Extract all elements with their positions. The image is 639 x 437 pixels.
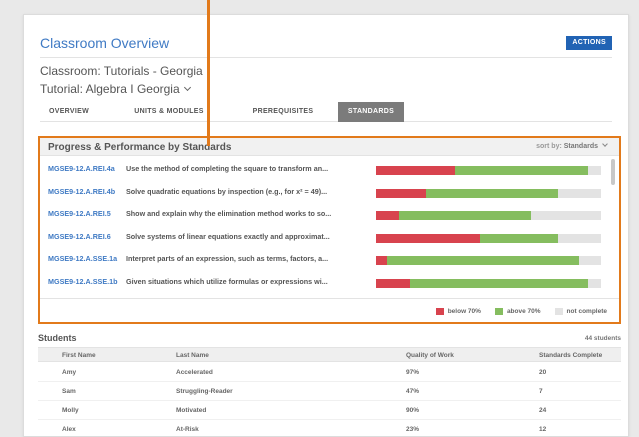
- column-header-first-name[interactable]: First Name: [62, 352, 96, 359]
- legend-item-not-complete: not complete: [554, 307, 607, 315]
- standard-code[interactable]: MGSE9-12.A.REI.4a: [48, 164, 115, 173]
- student-row[interactable]: Amy Accelerated 97% 20: [38, 363, 621, 382]
- progress-below-70: [376, 256, 388, 265]
- student-last: Accelerated: [176, 369, 213, 376]
- column-header-quality[interactable]: Quality of Work: [406, 352, 454, 359]
- student-first: Sam: [62, 388, 76, 395]
- standard-row[interactable]: MGSE9-12.A.REI.6 Solve systems of linear …: [48, 227, 608, 249]
- progress-below-70: [376, 188, 426, 198]
- student-last: At-Risk: [176, 426, 199, 433]
- legend-swatch-above: [494, 307, 503, 315]
- student-quality: 47%: [406, 388, 420, 395]
- standard-description: Solve quadratic equations by inspection …: [126, 186, 328, 196]
- student-quality: 90%: [406, 407, 420, 414]
- sort-label: sort by:: [536, 143, 562, 150]
- progress-below-70: [376, 166, 455, 175]
- callout-line: [207, 0, 210, 146]
- standard-code[interactable]: MGSE9-12.A.REI.5: [48, 209, 111, 218]
- student-complete: 24: [539, 407, 547, 414]
- legend-item-below: below 70%: [435, 307, 481, 315]
- student-quality: 97%: [406, 369, 420, 376]
- standards-panel: Progress & Performance by Standards sort…: [38, 136, 621, 324]
- sort-value: Standards: [563, 143, 598, 150]
- scrollbar[interactable]: [611, 159, 615, 296]
- student-complete: 12: [539, 426, 547, 433]
- column-header-standards-complete[interactable]: Standards Complete: [539, 352, 602, 359]
- legend-label-above: above 70%: [506, 307, 541, 315]
- page-title: Classroom Overview: [40, 35, 170, 51]
- tab-standards[interactable]: STANDARDS: [338, 102, 404, 122]
- student-complete: 7: [539, 388, 543, 395]
- actions-button[interactable]: ACTIONS: [566, 36, 612, 50]
- progress-above-70: [387, 256, 579, 265]
- student-first: Molly: [62, 407, 79, 414]
- tutorial-label: Tutorial: Algebra I Georgia: [40, 82, 180, 96]
- standards-panel-title: Progress & Performance by Standards: [48, 142, 232, 153]
- standard-description: Interpret parts of an expression, such a…: [126, 254, 329, 263]
- students-count: 44 students: [584, 335, 621, 342]
- progress-below-70: [376, 211, 399, 220]
- progress-bar: [376, 278, 601, 288]
- sort-dropdown[interactable]: sort by: Standards: [536, 141, 608, 150]
- student-last: Motivated: [176, 407, 207, 414]
- legend: below 70% above 70% not complete: [422, 306, 607, 316]
- progress-bar: [376, 256, 601, 265]
- progress-bar: [376, 166, 601, 175]
- classroom-label: Classroom: Tutorials - Georgia: [40, 64, 203, 78]
- standard-row[interactable]: MGSE9-12.A.SSE.1b Given situations which …: [48, 272, 608, 294]
- standard-code[interactable]: MGSE9-12.A.REI.6: [48, 232, 111, 241]
- chevron-down-icon: [183, 83, 191, 92]
- progress-above-70: [398, 211, 532, 220]
- tab-units-modules[interactable]: UNITS & MODULES: [106, 102, 232, 122]
- standard-description: Show and explain why the elimination met…: [126, 209, 332, 218]
- classroom-overview-card: Classroom Overview ACTIONS Classroom: Tu…: [23, 14, 629, 437]
- legend-swatch-below: [435, 307, 444, 315]
- progress-below-70: [376, 278, 410, 288]
- student-quality: 23%: [406, 426, 420, 433]
- students-table-header: First Name Last Name Quality of Work Sta…: [38, 347, 621, 362]
- progress-above-70: [425, 188, 559, 198]
- standard-description: Use the method of completing the square …: [126, 164, 329, 173]
- progress-above-70: [454, 166, 588, 175]
- standard-row[interactable]: MGSE9-12.A.REI.4a Use the method of compl…: [48, 159, 608, 181]
- students-title: Students: [38, 333, 77, 343]
- progress-bar: [376, 211, 601, 220]
- chevron-down-icon: [602, 141, 608, 147]
- student-first: Alex: [62, 426, 76, 433]
- student-row[interactable]: Sam Struggling-Reader 47% 7: [38, 382, 621, 401]
- standard-row[interactable]: MGSE9-12.A.SSE.1a Interpret parts of an e…: [48, 249, 608, 271]
- tab-overview[interactable]: OVERVIEW: [40, 102, 98, 122]
- tab-prerequisites[interactable]: PREREQUISITES: [236, 102, 330, 122]
- standard-code[interactable]: MGSE9-12.A.SSE.1a: [48, 254, 117, 263]
- progress-above-70: [479, 233, 559, 243]
- legend-divider: [40, 298, 619, 299]
- standard-row[interactable]: MGSE9-12.A.REI.4b Solve quadratic equatio…: [48, 182, 608, 204]
- standard-description: Given situations which utilize formulas …: [126, 276, 328, 286]
- standard-row[interactable]: MGSE9-12.A.REI.5 Show and explain why the…: [48, 204, 608, 226]
- legend-item-above: above 70%: [494, 307, 541, 315]
- student-row[interactable]: Alex At-Risk 23% 12: [38, 420, 621, 437]
- progress-below-70: [376, 233, 480, 243]
- standard-description: Solve systems of linear equations exactl…: [126, 231, 330, 241]
- standards-list: MGSE9-12.A.REI.4a Use the method of compl…: [40, 159, 619, 296]
- progress-bar: [376, 233, 601, 243]
- legend-label-below: below 70%: [447, 307, 481, 315]
- student-complete: 20: [539, 369, 547, 376]
- standard-code[interactable]: MGSE9-12.A.SSE.1b: [48, 277, 118, 286]
- standard-code[interactable]: MGSE9-12.A.REI.4b: [48, 187, 115, 196]
- progress-bar: [376, 188, 601, 198]
- column-header-last-name[interactable]: Last Name: [176, 352, 209, 359]
- standards-panel-header: Progress & Performance by Standards sort…: [40, 138, 619, 156]
- tab-bar: OVERVIEW UNITS & MODULES PREREQUISITES S…: [40, 102, 612, 122]
- student-row[interactable]: Molly Motivated 90% 24: [38, 401, 621, 420]
- progress-above-70: [409, 278, 588, 288]
- student-first: Amy: [62, 369, 77, 376]
- legend-swatch-not-complete: [554, 307, 563, 315]
- tutorial-selector[interactable]: Tutorial: Algebra I Georgia: [40, 82, 191, 96]
- legend-label-not-complete: not complete: [566, 307, 607, 315]
- header-divider: [40, 57, 612, 58]
- scrollbar-thumb[interactable]: [611, 159, 615, 185]
- student-last: Struggling-Reader: [176, 388, 233, 395]
